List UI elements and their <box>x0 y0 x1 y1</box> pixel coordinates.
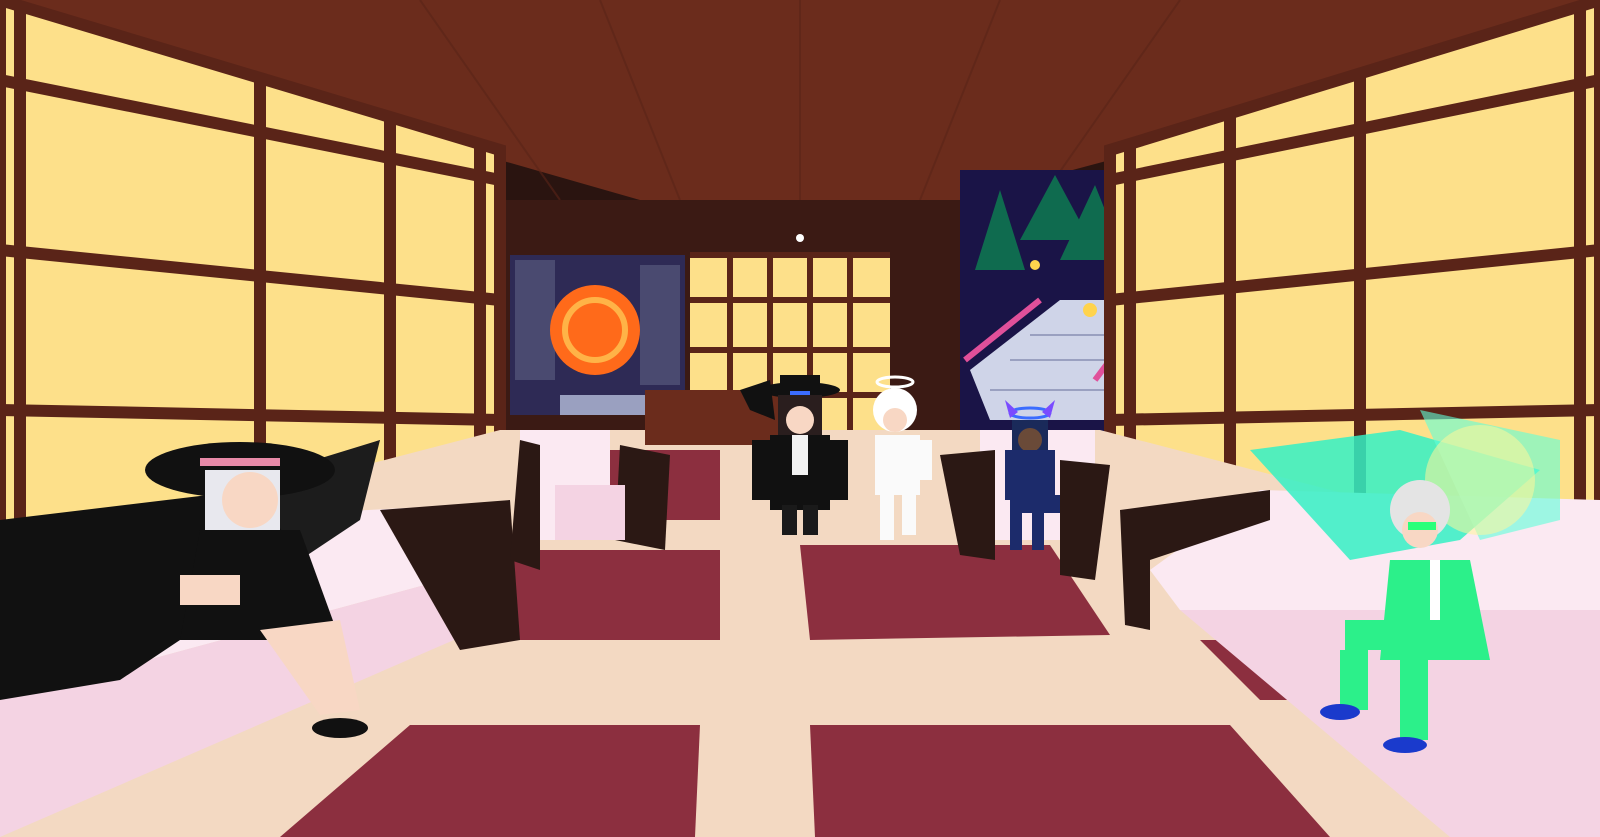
game-viewport[interactable] <box>0 0 1600 837</box>
ceiling-light-icon <box>796 234 804 242</box>
lamp-icon <box>1030 260 1040 270</box>
lamp-icon <box>1083 303 1097 317</box>
